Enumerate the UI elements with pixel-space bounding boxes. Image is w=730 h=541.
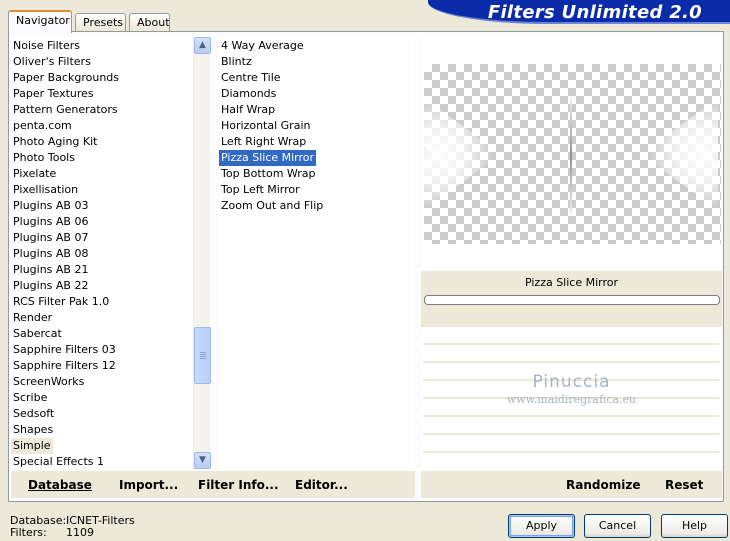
scroll-down-button[interactable]: ▼ [194,452,211,469]
control-divider [423,451,719,453]
filter-list-item[interactable]: Horizontal Grain [219,118,312,134]
category-list-item[interactable]: ScreenWorks [11,374,86,390]
filter-list-item[interactable]: Top Left Mirror [219,182,302,198]
category-list-item[interactable]: Paper Backgrounds [11,70,121,86]
tab-presets-label: Presets [83,16,124,29]
scroll-up-button[interactable]: ▲ [194,37,211,54]
filter-list-item[interactable]: Blintz [219,54,254,70]
filter-list-item[interactable]: Zoom Out and Flip [219,198,325,214]
category-list-item[interactable]: Plugins AB 22 [11,278,90,294]
category-list-item[interactable]: Simple [11,438,53,454]
category-scrollbar[interactable]: ▲ ▼ [193,37,211,469]
grip-line [200,356,206,357]
randomize-button-label: Randomize [566,478,641,492]
tab-about[interactable]: About [129,13,170,32]
control-divider [423,433,719,435]
banner-title: Filters Unlimited 2.0 [487,2,702,23]
database-button[interactable]: Database [28,478,92,492]
filter-list-item[interactable]: 4 Way Average [219,38,306,54]
reset-button-label: Reset [665,478,704,492]
category-list-item[interactable]: Photo Tools [11,150,77,166]
category-list-item[interactable]: Plugins AB 03 [11,198,90,214]
filter-list-item[interactable]: Centre Tile [219,70,283,86]
category-list-item[interactable]: penta.com [11,118,74,134]
control-divider [423,415,719,417]
editor-button[interactable]: Editor... [295,478,348,492]
category-list-item[interactable]: Plugins AB 21 [11,262,90,278]
category-list-item[interactable]: RCS Filter Pak 1.0 [11,294,111,310]
control-divider [423,343,719,345]
category-list-item[interactable]: Oliver's Filters [11,54,93,70]
filter-list-item[interactable]: Left Right Wrap [219,134,308,150]
filters-count-value: 1109 [66,526,94,539]
filter-info-button-label: Filter Info... [198,478,279,492]
parameter-controls: Pinuccia www.maidiregrafica.eu [421,327,722,469]
category-list-item[interactable]: Scribe [11,390,49,406]
grip-line [200,352,206,353]
category-list-item[interactable]: Pixellisation [11,182,80,198]
import-button-label: Import... [119,478,179,492]
category-list-item[interactable]: Sedsoft [11,406,56,422]
cancel-button-label: Cancel [598,519,637,532]
category-list-item[interactable]: Shapes [11,422,55,438]
category-list-item[interactable]: Sapphire Filters 12 [11,358,118,374]
category-list-item[interactable]: Pixelate [11,166,58,182]
filters-count-label: Filters: [10,526,47,539]
watermark-url: www.maidiregrafica.eu [506,393,637,406]
help-button[interactable]: Help [661,514,728,538]
editor-button-label: Editor... [295,478,348,492]
filter-name-label: Pizza Slice Mirror [524,276,619,289]
category-list-item[interactable]: Special Effects 1 [11,454,106,469]
category-list-item[interactable]: Plugins AB 06 [11,214,90,230]
filter-info-button[interactable]: Filter Info... [198,478,279,492]
scroll-thumb[interactable] [194,327,211,384]
control-divider [423,361,719,363]
watermark-name: Pinuccia [532,372,611,392]
category-list-item[interactable]: Sapphire Filters 03 [11,342,118,358]
grip-line [200,358,206,359]
filter-list-item[interactable]: Pizza Slice Mirror [219,150,317,166]
category-list-item[interactable]: Paper Textures [11,86,96,102]
category-list-item[interactable]: Pattern Generators [11,102,120,118]
apply-button[interactable]: Apply [508,514,575,538]
filter-list-item[interactable]: Top Bottom Wrap [219,166,318,182]
tab-presets[interactable]: Presets [75,13,126,32]
category-list-item[interactable]: Sabercat [11,326,64,342]
cancel-button[interactable]: Cancel [584,514,651,538]
import-button[interactable]: Import... [119,478,178,492]
apply-button-label: Apply [525,519,558,532]
category-list-item[interactable]: Plugins AB 07 [11,230,90,246]
progress-bar [424,295,720,305]
preview-center-line [570,98,572,213]
grip-line [200,354,206,355]
filter-list-item[interactable]: Half Wrap [219,102,277,118]
preview-toolbar: Randomize Reset [421,471,722,498]
tab-navigator[interactable]: Navigator [8,10,72,33]
reset-button[interactable]: Reset [665,478,703,492]
randomize-button[interactable]: Randomize [566,478,640,492]
title-banner: Filters Unlimited 2.0 [428,0,730,24]
category-list-item[interactable]: Render [11,310,54,326]
category-list-item[interactable]: Photo Aging Kit [11,134,99,150]
filter-name-box: Pizza Slice Mirror [421,271,722,327]
category-list-item[interactable]: Plugins AB 08 [11,246,90,262]
filters-count-info: Filters: 1109 [10,526,94,539]
chevron-up-icon: ▲ [199,40,206,50]
filter-list-item[interactable]: Diamonds [219,86,278,102]
database-button-label: Database [28,478,92,492]
category-list-item[interactable]: Noise Filters [11,38,82,54]
category-list[interactable]: Noise Filters Oliver's Filters Paper Backg… [11,37,193,469]
tab-about-label: About [137,16,170,29]
list-toolbar: Database Import... Filter Info... Editor… [11,471,415,498]
chevron-down-icon: ▼ [199,455,206,465]
help-button-label: Help [681,519,708,532]
filter-list[interactable]: 4 Way Average Blintz Centre Tile Diamonds Ha… [219,37,415,469]
tab-navigator-label: Navigator [16,14,70,27]
